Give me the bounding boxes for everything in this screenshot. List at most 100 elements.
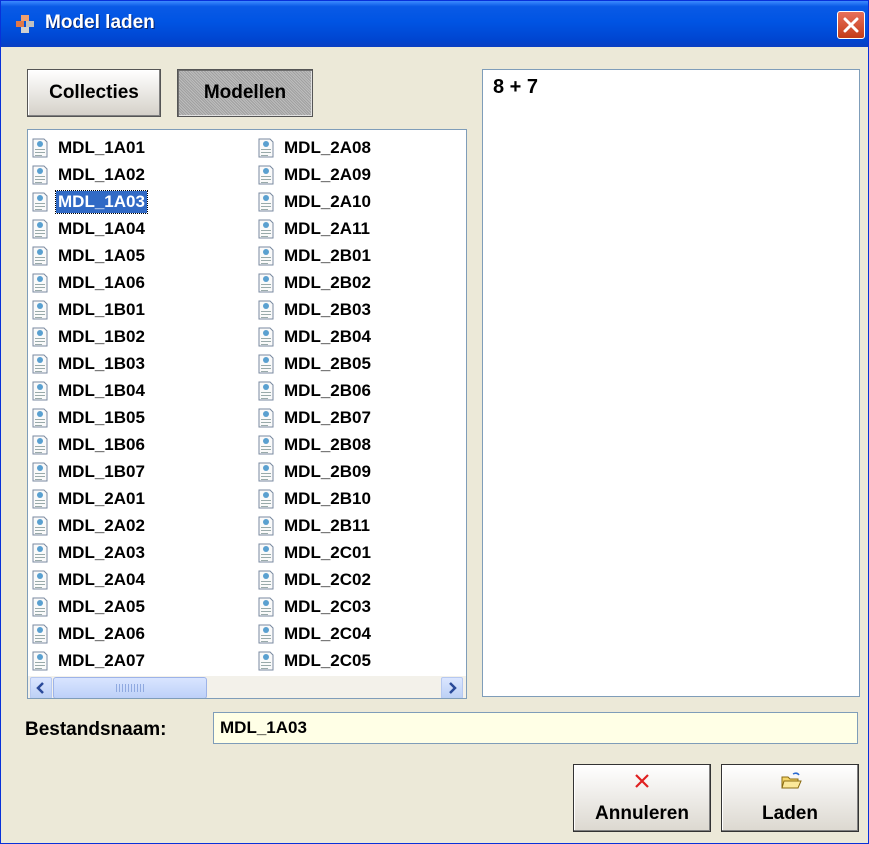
list-item[interactable]: MDL_2C02 <box>256 566 373 593</box>
preview-text: 8 + 7 <box>493 76 539 98</box>
list-item[interactable]: MDL_2A09 <box>256 161 373 188</box>
list-item[interactable]: MDL_1B01 <box>30 296 147 323</box>
model-file-icon <box>258 435 274 454</box>
list-item[interactable]: MDL_2B11 <box>256 512 373 539</box>
list-item[interactable]: MDL_2A01 <box>30 485 147 512</box>
model-file-icon <box>32 408 48 427</box>
list-item-label: MDL_2A08 <box>284 137 371 157</box>
cancel-button[interactable]: Annuleren <box>573 764 711 832</box>
list-item-label: MDL_2B08 <box>284 434 371 454</box>
arrow-right-icon <box>449 682 457 694</box>
modellen-button[interactable]: Modellen <box>177 69 313 117</box>
model-file-icon <box>258 246 274 265</box>
list-item[interactable]: MDL_1B05 <box>30 404 147 431</box>
app-icon <box>16 15 34 33</box>
model-file-icon <box>32 381 48 400</box>
model-file-icon <box>32 246 48 265</box>
model-file-icon <box>258 165 274 184</box>
scroll-left-button[interactable] <box>30 677 52 698</box>
title-bar[interactable]: Model laden <box>1 1 868 47</box>
list-item-label: MDL_2B05 <box>284 353 371 373</box>
horizontal-scrollbar[interactable] <box>28 676 466 698</box>
list-item[interactable]: MDL_2B03 <box>256 296 373 323</box>
list-item[interactable]: MDL_2A07 <box>30 647 147 674</box>
model-laden-dialog: Model laden Collecties Modellen MDL_1A01… <box>0 0 869 844</box>
list-item-label: MDL_1B07 <box>58 461 145 481</box>
list-item[interactable]: MDL_2A02 <box>30 512 147 539</box>
list-item-label: MDL_2C03 <box>284 596 371 616</box>
list-item[interactable]: MDL_1B02 <box>30 323 147 350</box>
model-file-icon <box>258 543 274 562</box>
list-item-label: MDL_2C01 <box>284 542 371 562</box>
list-item-label: MDL_2B07 <box>284 407 371 427</box>
model-file-icon <box>258 327 274 346</box>
list-item[interactable]: MDL_2B06 <box>256 377 373 404</box>
window-title: Model laden <box>45 12 155 33</box>
model-file-icon <box>258 516 274 535</box>
list-item[interactable]: MDL_2B05 <box>256 350 373 377</box>
list-item-label: MDL_2A10 <box>284 191 371 211</box>
list-item-label: MDL_1B04 <box>58 380 145 400</box>
list-item[interactable]: MDL_2C05 <box>256 647 373 674</box>
scroll-grip <box>116 684 144 692</box>
list-item-label: MDL_2C05 <box>284 650 371 670</box>
list-item[interactable]: MDL_2B04 <box>256 323 373 350</box>
list-item[interactable]: MDL_1A03 <box>30 188 148 215</box>
list-item[interactable]: MDL_1A04 <box>30 215 147 242</box>
list-item[interactable]: MDL_1A06 <box>30 269 147 296</box>
model-file-icon <box>32 165 48 184</box>
model-file-icon <box>32 543 48 562</box>
model-file-icon <box>32 597 48 616</box>
list-item[interactable]: MDL_2B01 <box>256 242 373 269</box>
list-item[interactable]: MDL_2B10 <box>256 485 373 512</box>
list-item[interactable]: MDL_2B02 <box>256 269 373 296</box>
list-item-label: MDL_2B02 <box>284 272 371 292</box>
list-item-label: MDL_2A09 <box>284 164 371 184</box>
list-item[interactable]: MDL_2B09 <box>256 458 373 485</box>
load-button[interactable]: Laden <box>721 764 859 832</box>
model-file-icon <box>32 651 48 670</box>
list-item[interactable]: MDL_2A08 <box>256 134 373 161</box>
filename-field[interactable]: MDL_1A03 <box>213 712 858 744</box>
list-item[interactable]: MDL_1B03 <box>30 350 147 377</box>
list-item[interactable]: MDL_1A02 <box>30 161 147 188</box>
list-item[interactable]: MDL_1B06 <box>30 431 147 458</box>
list-item[interactable]: MDL_2B08 <box>256 431 373 458</box>
list-item[interactable]: MDL_2C03 <box>256 593 373 620</box>
collecties-button[interactable]: Collecties <box>27 69 161 117</box>
filename-label: Bestandsnaam: <box>25 719 167 740</box>
model-file-icon <box>32 138 48 157</box>
model-file-icon <box>32 435 48 454</box>
list-item-label: MDL_2A06 <box>58 623 145 643</box>
list-item-label: MDL_2A04 <box>58 569 145 589</box>
model-file-icon <box>32 624 48 643</box>
close-button[interactable] <box>837 11 865 39</box>
list-item-label: MDL_2A11 <box>284 218 370 238</box>
list-column-1: MDL_1A01 MDL_1A02 MDL_1A03 MDL_1A04 MDL_1A05… <box>30 134 148 674</box>
list-item[interactable]: MDL_1A01 <box>30 134 147 161</box>
list-item[interactable]: MDL_2A11 <box>256 215 373 242</box>
list-item[interactable]: MDL_2A03 <box>30 539 147 566</box>
arrow-left-icon <box>36 682 44 694</box>
list-item[interactable]: MDL_2A05 <box>30 593 147 620</box>
model-list[interactable]: MDL_1A01 MDL_1A02 MDL_1A03 MDL_1A04 MDL_1A05… <box>27 129 467 699</box>
model-file-icon <box>32 489 48 508</box>
list-item[interactable]: MDL_2A06 <box>30 620 147 647</box>
list-item[interactable]: MDL_1B07 <box>30 458 147 485</box>
list-item-label: MDL_2B10 <box>284 488 371 508</box>
list-item-label: MDL_2C02 <box>284 569 371 589</box>
list-item[interactable]: MDL_2C04 <box>256 620 373 647</box>
list-item[interactable]: MDL_2A10 <box>256 188 373 215</box>
model-file-icon <box>258 624 274 643</box>
scroll-thumb[interactable] <box>53 677 207 698</box>
scroll-right-button[interactable] <box>441 677 463 698</box>
list-item[interactable]: MDL_1B04 <box>30 377 147 404</box>
list-item[interactable]: MDL_2A04 <box>30 566 147 593</box>
list-item[interactable]: MDL_1A05 <box>30 242 147 269</box>
list-item-label: MDL_2B04 <box>284 326 371 346</box>
list-item[interactable]: MDL_2B07 <box>256 404 373 431</box>
model-file-icon <box>32 300 48 319</box>
list-item-label: MDL_2A02 <box>58 515 145 535</box>
list-item[interactable]: MDL_2C01 <box>256 539 373 566</box>
model-file-icon <box>258 597 274 616</box>
